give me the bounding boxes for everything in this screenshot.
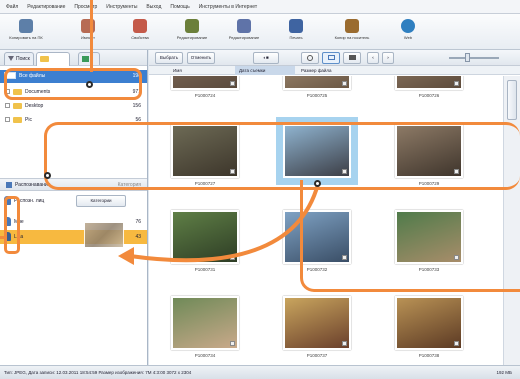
drag-arrow: [118, 183, 320, 265]
callout-dot: [86, 81, 93, 88]
callout-dot: [44, 172, 51, 179]
callout-dot: [314, 180, 321, 187]
